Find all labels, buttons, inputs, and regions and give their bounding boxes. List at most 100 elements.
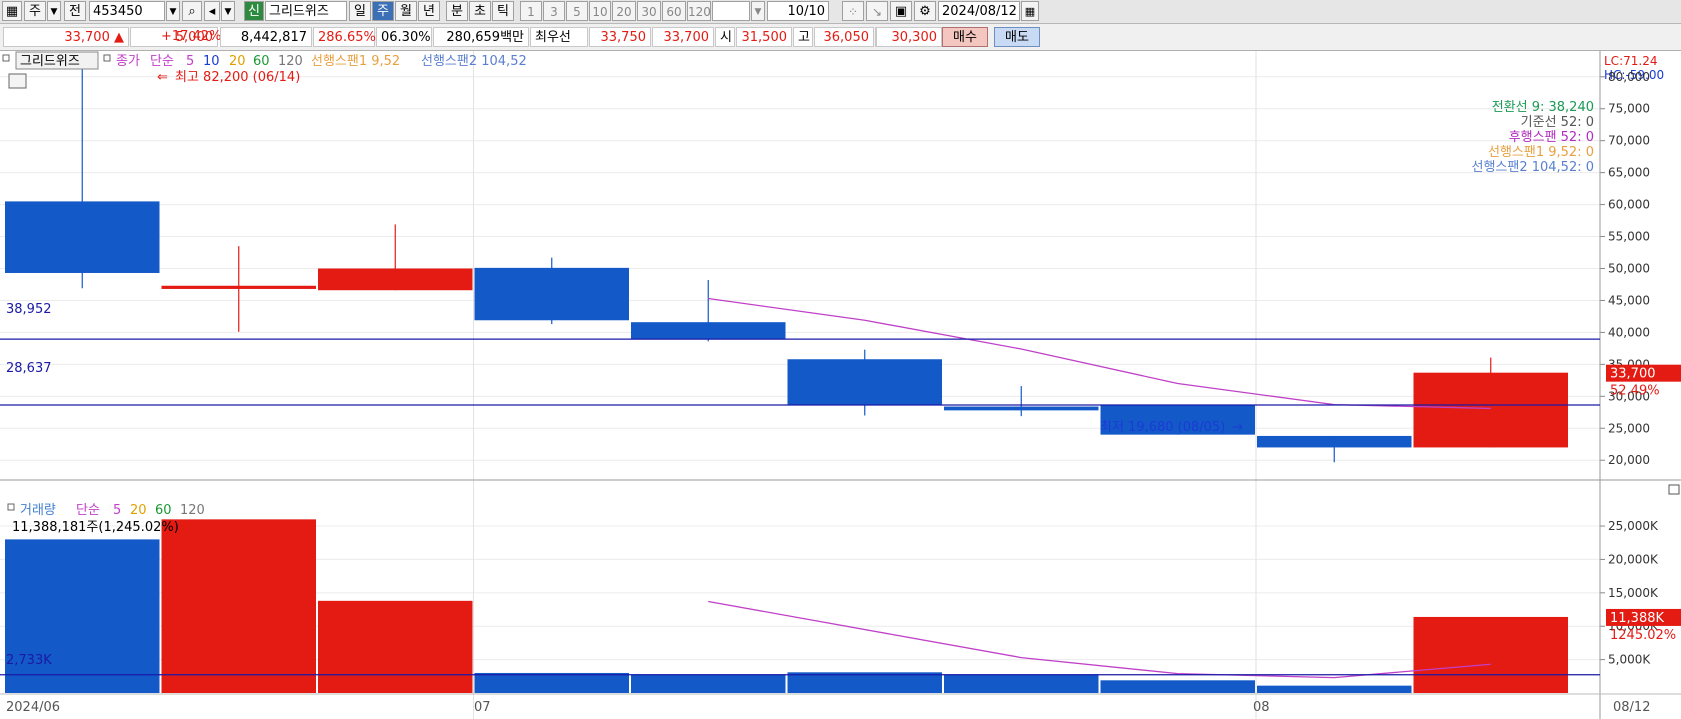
interval-3[interactable]: 3	[543, 1, 565, 21]
change-percent: +17.42%	[161, 29, 222, 44]
tab-week[interactable]: 주	[372, 1, 394, 21]
candle-body[interactable]	[944, 406, 1099, 411]
price-axis-label: 25,000	[1608, 421, 1650, 435]
volume-ratio: 286.65%	[313, 27, 376, 47]
tab-minute[interactable]: 분	[446, 1, 468, 21]
lc-value: LC:71.24	[1604, 54, 1657, 68]
custom-interval-field[interactable]	[712, 1, 750, 21]
stock-code-input[interactable]: 453450	[89, 1, 165, 21]
candle-body[interactable]	[318, 268, 473, 291]
candle-body[interactable]	[1413, 372, 1569, 448]
price-axis-label: 20,000	[1608, 453, 1650, 467]
chart-area[interactable]: 그리드위즈 종가 단순 5 10 20 60 120 선행스팬1 9,52 선행…	[0, 51, 1681, 719]
tab-tick[interactable]: 틱	[492, 1, 514, 21]
search-icon[interactable]: ⌕	[182, 1, 202, 21]
volume-title: 거래량	[20, 503, 56, 518]
speaker-dropdown-icon[interactable]: ▼	[221, 1, 235, 21]
price-axis-label: 50,000	[1608, 262, 1650, 276]
gear-icon[interactable]: ⚙	[914, 1, 936, 21]
volume-bar[interactable]	[631, 674, 786, 693]
trade-amount: 280,659백만	[433, 27, 529, 47]
interval-1[interactable]: 1	[520, 1, 542, 21]
panel-box-icon	[2, 54, 10, 62]
tab-month[interactable]: 월	[395, 1, 417, 21]
last-volume-pct: 1245.02%	[1610, 628, 1676, 643]
interval-5[interactable]: 5	[566, 1, 588, 21]
open-label: 시	[715, 27, 735, 47]
quote-infobar: 33,700 ▲ 5,000 +17.42% 8,442,817 286.65%…	[0, 24, 1681, 51]
candle-body[interactable]	[787, 359, 943, 406]
buy-button[interactable]: 매수	[942, 27, 988, 47]
volume-current: 11,388,181주(1,245.02%)	[12, 520, 179, 535]
tab-second[interactable]: 초	[469, 1, 491, 21]
calendar-icon[interactable]: ▦	[1021, 1, 1039, 21]
interval-10[interactable]: 10	[589, 1, 611, 21]
display-count-field[interactable]: 10/10	[767, 1, 829, 21]
candle-body[interactable]	[474, 267, 630, 321]
price-axis-label: 60,000	[1608, 198, 1650, 212]
max-note: 최고 82,200 (06/14)	[175, 70, 300, 85]
tab-day[interactable]: 일	[349, 1, 371, 21]
volume-bar[interactable]	[1413, 616, 1569, 693]
low-price: 30,300	[876, 27, 942, 47]
stock-name-field[interactable]: 그리드위즈	[265, 1, 347, 21]
tab-year[interactable]: 년	[418, 1, 440, 21]
open-price: 31,500	[736, 27, 792, 47]
price-axis-label: 40,000	[1608, 325, 1650, 339]
interval-120[interactable]: 120	[687, 1, 711, 21]
prefix-button[interactable]: 전	[64, 1, 86, 21]
volume-bar[interactable]	[1100, 680, 1256, 693]
volume-bar[interactable]	[161, 519, 317, 693]
interval-30[interactable]: 30	[637, 1, 661, 21]
legend-span1: 선행스팬1 9,52	[311, 53, 400, 69]
volume-axis-label: 15,000K	[1608, 586, 1659, 600]
layout-icon[interactable]: ▦	[2, 1, 22, 21]
trend-tool-icon[interactable]: ↘	[866, 1, 888, 21]
speaker-icon[interactable]: ◂	[204, 1, 220, 21]
legend-ma120: 120	[278, 54, 303, 69]
volume-bar[interactable]	[474, 672, 630, 693]
code-dropdown-icon[interactable]: ▼	[166, 1, 180, 21]
bid-price: 33,700	[652, 27, 714, 47]
price-axis-label: 80,000	[1608, 70, 1650, 84]
interval-dropdown-icon[interactable]: ▼	[751, 1, 765, 21]
volume-bar[interactable]	[5, 539, 160, 693]
legend-ma10: 10	[203, 54, 220, 69]
x-label-1: 07	[474, 700, 491, 715]
ichimoku-legend-item: 선행스팬1 9,52: 0	[1488, 144, 1594, 160]
interval-20[interactable]: 20	[612, 1, 636, 21]
price-axis-label: 45,000	[1608, 293, 1650, 307]
sell-button[interactable]: 매도	[994, 27, 1040, 47]
cursor-icon[interactable]: ⁘	[842, 1, 864, 21]
last-volume-value: 11,388K	[1610, 611, 1664, 626]
ask-price: 33,750	[589, 27, 651, 47]
ichimoku-legend-item: 후행스팬 52: 0	[1509, 129, 1594, 145]
turnover-rate: 06.30%	[376, 27, 432, 47]
up-arrow-icon: ▲	[114, 30, 124, 45]
price-axis-label: 70,000	[1608, 134, 1650, 148]
save-icon[interactable]: ▣	[890, 1, 912, 21]
arrow-left-icon: ⇐	[157, 70, 168, 85]
volume-bar[interactable]	[944, 674, 1099, 693]
volume-bar[interactable]	[787, 672, 943, 693]
candle-body[interactable]	[161, 285, 317, 289]
date-field[interactable]: 2024/08/12	[938, 1, 1020, 21]
grid-toggle-icon[interactable]	[8, 73, 27, 89]
candle-body[interactable]	[631, 322, 786, 339]
volume-legend-ma20: 20	[130, 503, 147, 518]
volume-bar[interactable]	[318, 600, 473, 693]
toolbar: ▦ 주 ▼ 전 453450 ▼ ⌕ ◂ ▼ 신 그리드위즈 일 주 월 년 분…	[0, 0, 1681, 24]
candle-body[interactable]	[1257, 435, 1412, 448]
interval-60[interactable]: 60	[662, 1, 686, 21]
period-type-select[interactable]: 주	[24, 1, 46, 21]
candle-body[interactable]	[5, 201, 160, 273]
ichimoku-legend-item: 전환선 9: 38,240	[1492, 100, 1594, 115]
legend-box-icon	[103, 54, 111, 62]
x-label-3: 08/12	[1613, 700, 1650, 715]
high-price: 36,050	[814, 27, 874, 47]
hline-label-2: 28,637	[6, 361, 52, 376]
chevron-down-icon[interactable]: ▼	[47, 1, 61, 21]
close-panel-icon[interactable]	[1668, 484, 1680, 495]
volume-bar[interactable]	[1257, 685, 1412, 693]
min-note: 최저 19,680 (08/05)	[1100, 420, 1225, 435]
